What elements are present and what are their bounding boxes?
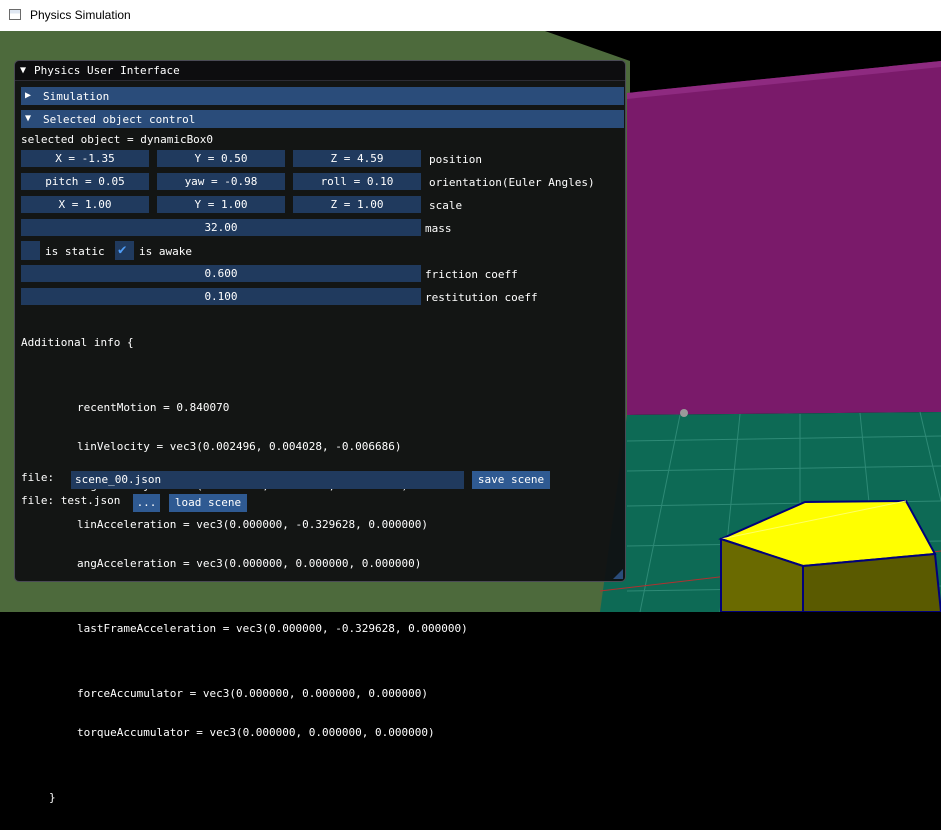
orientation-pitch-field[interactable]: pitch = 0.05 <box>21 173 149 190</box>
selected-object-header[interactable]: ▼ Selected object control <box>21 110 624 128</box>
app-icon <box>9 9 21 20</box>
is-awake-label: is awake <box>139 245 192 258</box>
window-title: Physics Simulation <box>30 8 131 22</box>
load-scene-button[interactable]: load scene <box>169 494 247 512</box>
load-file-label: file: test.json <box>21 494 121 507</box>
orientation-yaw-field[interactable]: yaw = -0.98 <box>157 173 285 190</box>
additional-info-header: Additional info { <box>21 336 134 349</box>
simulation-header-label: Simulation <box>43 90 110 103</box>
friction-slider[interactable]: 0.600 <box>21 265 421 282</box>
selected-object-header-label: Selected object control <box>43 113 196 126</box>
position-label: position <box>429 153 482 166</box>
additional-info-footer: } <box>49 791 56 804</box>
selected-object-text: selected object = dynamicBox0 <box>21 133 214 146</box>
info-line: linAcceleration = vec3(0.000000, -0.3296… <box>77 518 428 531</box>
orientation-label: orientation(Euler Angles) <box>429 176 595 189</box>
info-line: angAcceleration = vec3(0.000000, 0.00000… <box>77 557 422 570</box>
position-y-field[interactable]: Y = 0.50 <box>157 150 285 167</box>
window-titlebar: Physics Simulation <box>0 0 941 32</box>
additional-info: Additional info { recentMotion = 0.84007… <box>21 310 468 830</box>
additional-info-body: recentMotion = 0.840070 linVelocity = ve… <box>21 375 468 765</box>
triangle-down-icon: ▼ <box>25 113 32 124</box>
info-line: recentMotion = 0.840070 <box>77 401 230 414</box>
mass-label: mass <box>425 222 452 235</box>
is-awake-checkbox[interactable]: ✔ <box>115 241 134 260</box>
is-static-checkbox[interactable] <box>21 241 40 260</box>
scale-y-field[interactable]: Y = 1.00 <box>157 196 285 213</box>
info-line: forceAccumulator = vec3(0.000000, 0.0000… <box>77 687 428 700</box>
orientation-roll-field[interactable]: roll = 0.10 <box>293 173 421 190</box>
position-x-field[interactable]: X = -1.35 <box>21 150 149 167</box>
restitution-label: restitution coeff <box>425 291 538 304</box>
save-file-label: file: <box>21 471 55 484</box>
mass-slider[interactable]: 32.00 <box>21 219 421 236</box>
save-filename-input[interactable]: scene_00.json <box>71 471 464 489</box>
simulation-header[interactable]: ▶ Simulation <box>21 87 624 105</box>
is-static-label: is static <box>45 245 105 258</box>
scale-x-field[interactable]: X = 1.00 <box>21 196 149 213</box>
info-line: torqueAccumulator = vec3(0.000000, 0.000… <box>77 726 435 739</box>
panel-title: Physics User Interface <box>34 64 180 77</box>
restitution-slider[interactable]: 0.100 <box>21 288 421 305</box>
panel-titlebar[interactable]: ▼ Physics User Interface <box>15 61 625 81</box>
browse-button[interactable]: ... <box>133 494 160 512</box>
position-z-field[interactable]: Z = 4.59 <box>293 150 421 167</box>
scale-label: scale <box>429 199 463 212</box>
physics-ui-panel[interactable]: ▼ Physics User Interface ▶ Simulation ▼ … <box>14 60 626 804</box>
info-line: lastFrameAcceleration = vec3(0.000000, -… <box>77 622 468 635</box>
info-line: linVelocity = vec3(0.002496, 0.004028, -… <box>77 440 402 453</box>
triangle-down-icon[interactable]: ▼ <box>20 64 26 77</box>
triangle-right-icon: ▶ <box>25 90 32 101</box>
save-scene-button[interactable]: save scene <box>472 471 550 489</box>
friction-label: friction coeff <box>425 268 518 281</box>
checkmark-icon: ✔ <box>118 242 127 258</box>
scale-z-field[interactable]: Z = 1.00 <box>293 196 421 213</box>
resize-grip[interactable] <box>613 569 623 579</box>
